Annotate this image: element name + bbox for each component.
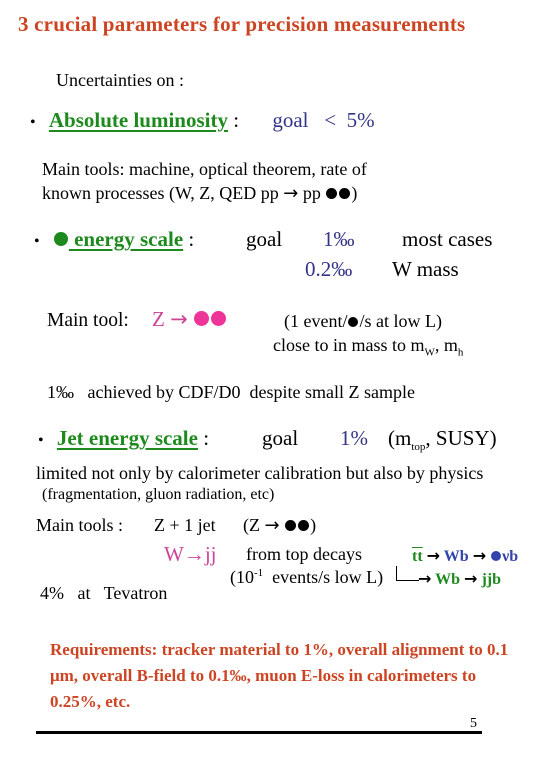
lepton-dot-icon (210, 311, 226, 326)
jet-tool-z-decay: (Z → ) (243, 515, 316, 536)
bullet-icon: • (30, 114, 36, 131)
lepton-dot-icon (285, 520, 297, 531)
mass-text: , m (434, 335, 458, 355)
jet-tool-w-desc: from top decays (246, 544, 362, 564)
decay-text: ) (310, 515, 317, 535)
luminosity-heading: Absolute luminosity (48, 108, 228, 132)
lepton-dot-icon (193, 311, 209, 326)
rate-text: /s at low L) (359, 311, 442, 331)
jet-energy-bullet: • Jet energy scale : (38, 426, 209, 451)
lepton-energy-value2: 0.2‰ (305, 257, 353, 281)
jet-energy-colon: : (203, 426, 210, 450)
arrow-icon: → (418, 569, 432, 588)
main-tool-process: Z → (152, 307, 227, 332)
lepton-dot-icon (53, 232, 68, 246)
decay-nub: νb (502, 548, 519, 565)
lepton-energy-case1: most cases (402, 227, 493, 251)
lepton-energy-bullet: • energy scale : (34, 227, 194, 252)
decay-bracket (396, 566, 419, 581)
tools-text: known processes (W, Z, QED pp (42, 183, 284, 203)
slide-title: 3 crucial parameters for precision measu… (18, 12, 466, 36)
arrow-icon: → (464, 569, 478, 588)
lepton-dot-icon (326, 188, 338, 199)
luminosity-goal: goal < 5% (272, 108, 375, 132)
jet-energy-value: 1% (340, 426, 368, 450)
lepton-dot-icon (339, 188, 351, 199)
decay-wb: Wb (435, 571, 461, 588)
lepton-dot-icon (298, 520, 310, 531)
jet-tools-label: Main tools : (36, 515, 124, 535)
mass-text: close to in mass to m (273, 335, 425, 355)
decay-jjb: jjb (481, 571, 501, 588)
context-text: (m (388, 426, 412, 450)
jet-energy-context: (mtop, SUSY) (388, 426, 497, 453)
lepton-dot-icon (491, 551, 502, 561)
rate-superscript: -1 (254, 567, 264, 579)
tevatron-note: 4% at Tevatron (40, 583, 168, 603)
lepton-energy-value1: 1‰ (323, 227, 355, 251)
jet-limited-text: limited not only by calorimeter calibrat… (36, 463, 484, 483)
footer-divider (36, 731, 482, 734)
jet-tool-z-jet: Z + 1 jet (154, 515, 216, 535)
mass-note: close to in mass to mW, mh (273, 335, 463, 359)
lepton-energy-heading: energy scale (53, 227, 183, 251)
luminosity-tools-line1: Main tools: machine, optical theorem, ra… (42, 159, 367, 179)
jet-energy-goal: goal (262, 426, 299, 450)
decay-tt: tt (412, 548, 423, 565)
tools-text: pp (298, 183, 326, 203)
context-subscript: top (411, 441, 426, 454)
requirements-text: Requirements: tracker material to 1%, ov… (50, 640, 509, 711)
process-text: Z (152, 307, 171, 331)
page-number: 5 (470, 716, 477, 731)
intro-text: Uncertainties on : (56, 70, 184, 90)
bullet-icon: • (34, 233, 40, 250)
lepton-energy-goal: goal (246, 227, 283, 251)
decay-chain-leptonic: tt → Wb → νb (412, 546, 518, 566)
arrow-icon: → (264, 515, 280, 536)
jet-tool-w-jj: W→jj (164, 542, 217, 566)
lepton-energy-label: energy scale (74, 227, 184, 251)
main-tool-label: Main tool: (47, 310, 129, 331)
bullet-icon: • (38, 432, 44, 449)
jet-energy-heading: Jet energy scale (56, 426, 198, 450)
arrow-icon: → (283, 183, 299, 204)
tools-text: ) (351, 183, 358, 203)
jet-tool-rate: (10-1 events/s low L) (230, 567, 383, 588)
decay-wb: Wb (443, 548, 469, 565)
mass-subscript: W (424, 346, 435, 359)
arrow-icon: → (426, 546, 441, 565)
arrow-icon: → (170, 307, 188, 331)
mass-subscript: h (457, 346, 464, 359)
event-rate: (1 event/ /s at low L) (284, 311, 442, 332)
decay-chain-hadronic: → Wb → jjb (418, 569, 501, 589)
rate-text: events/s low L) (263, 567, 384, 587)
luminosity-tools-line2: known processes (W, Z, QED pp → pp ) (42, 183, 357, 204)
luminosity-colon: : (233, 108, 240, 132)
decay-text: (Z (243, 515, 265, 535)
jet-limited-note: (fragmentation, gluon radiation, etc) (42, 486, 275, 503)
context-text: , SUSY) (425, 426, 497, 450)
lepton-dot-icon (348, 317, 359, 327)
luminosity-bullet: • Absolute luminosity : goal < 5% (30, 108, 375, 133)
lepton-energy-colon: : (188, 227, 195, 251)
arrow-icon: → (472, 546, 487, 565)
rate-text: (10 (230, 567, 254, 587)
rate-text: (1 event/ (284, 311, 348, 331)
lepton-energy-case2: W mass (392, 257, 459, 281)
achieved-note: 1‰ achieved by CDF/D0 despite small Z sa… (47, 382, 415, 402)
